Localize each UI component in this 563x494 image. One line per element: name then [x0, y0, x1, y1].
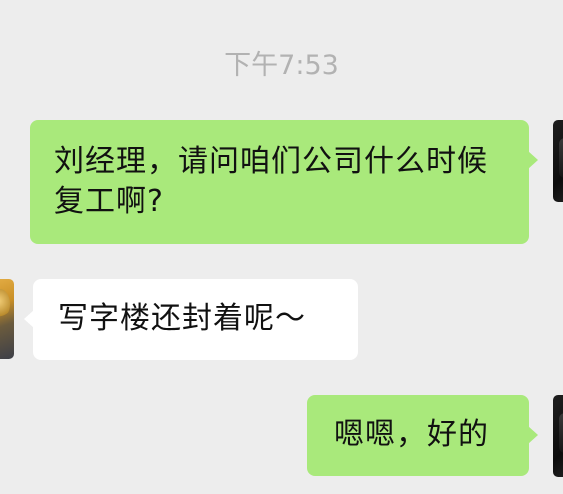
message-text: 刘经理，请问咱们公司什么时候复工啊?: [54, 144, 488, 219]
message-text: 写字楼还封着呢～: [58, 301, 306, 336]
bubble-tail: [528, 426, 538, 444]
message-text: 嗯嗯，好的: [334, 417, 489, 452]
self-avatar[interactable]: [553, 120, 563, 202]
contact-avatar[interactable]: [0, 279, 14, 359]
sent-message-bubble[interactable]: 嗯嗯，好的: [307, 395, 538, 476]
chat-area[interactable]: 下午7:53 刘经理，请问咱们公司什么时候复工啊? 写字楼还封着呢～ 嗯嗯，好的: [0, 0, 563, 494]
sent-message-bubble[interactable]: 刘经理，请问咱们公司什么时候复工啊?: [30, 120, 538, 244]
received-message-bubble[interactable]: 写字楼还封着呢～: [24, 279, 358, 360]
bubble-tail: [528, 151, 538, 169]
message-timestamp: 下午7:53: [224, 50, 339, 81]
bubble-tail: [24, 310, 34, 328]
self-avatar[interactable]: [553, 395, 563, 477]
